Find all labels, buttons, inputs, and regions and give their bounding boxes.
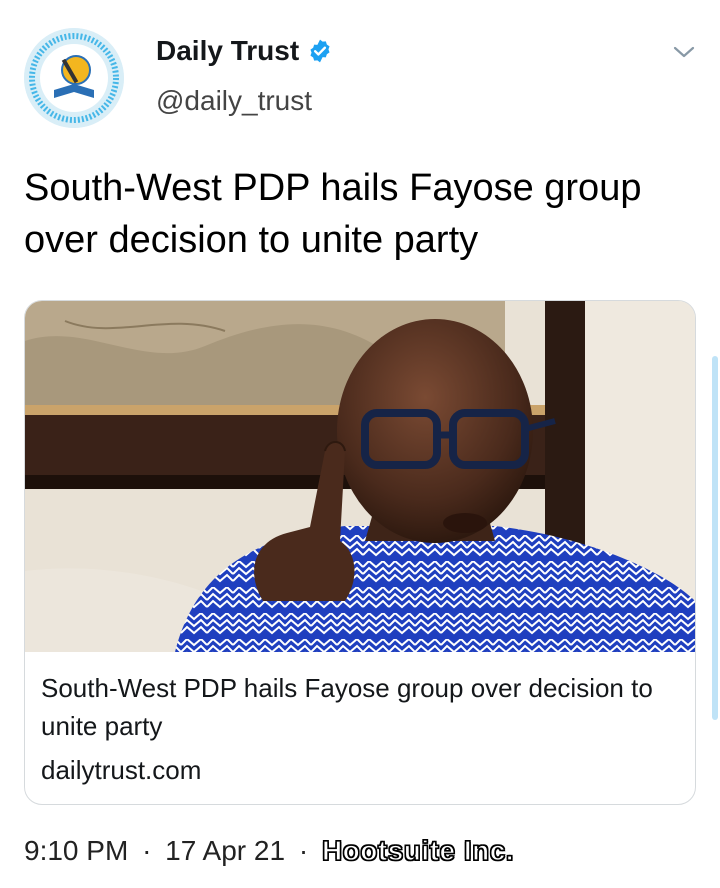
meta-separator: · (298, 835, 309, 866)
author-name: Daily Trust (156, 35, 300, 66)
link-card[interactable]: South-West PDP hails Fayose group over d… (24, 300, 696, 805)
daily-trust-logo-icon (24, 28, 124, 128)
tweet-source[interactable]: Hootsuite Inc. (321, 834, 514, 866)
link-card-body: South-West PDP hails Fayose group over d… (41, 669, 679, 789)
link-card-domain: dailytrust.com (41, 755, 202, 785)
avatar[interactable] (24, 28, 124, 128)
chevron-down-icon[interactable] (672, 40, 696, 64)
display-name[interactable]: Daily Trust (156, 34, 333, 68)
verified-badge-icon (307, 38, 333, 64)
author-handle[interactable]: @daily_trust (156, 84, 312, 118)
meta-separator: · (142, 835, 152, 866)
tweet-text: South-West PDP hails Fayose group over d… (24, 167, 642, 261)
tweet-date[interactable]: 17 Apr 21 (165, 835, 285, 866)
link-card-image[interactable] (25, 301, 695, 652)
scrollbar[interactable] (712, 356, 718, 720)
link-card-title: South-West PDP hails Fayose group over d… (41, 673, 653, 741)
tweet-meta: 9:10 PM · 17 Apr 21 · Hootsuite Inc. (24, 832, 514, 870)
tweet-time: 9:10 PM (24, 835, 129, 866)
